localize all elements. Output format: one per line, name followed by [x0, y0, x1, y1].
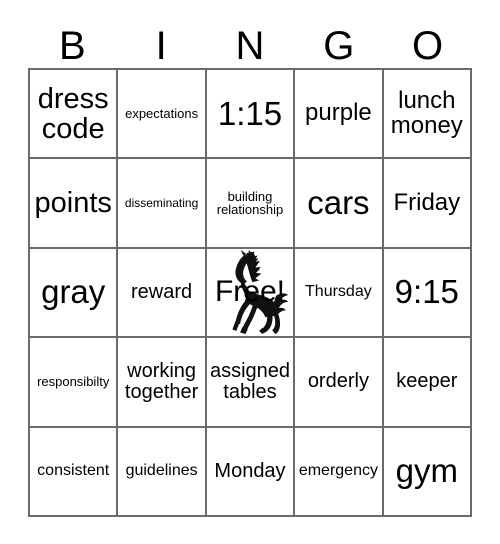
bingo-cell-label: reward: [131, 281, 193, 304]
bingo-cell-b3[interactable]: gray: [30, 248, 119, 339]
bingo-card: B I N G O dress code expectations 1:15 p…: [0, 0, 500, 544]
bingo-cell-label: building relationship: [216, 188, 284, 218]
bingo-cell-g2[interactable]: cars: [295, 159, 384, 249]
bingo-cell-label: Thursday: [305, 283, 372, 301]
bingo-cell-n1[interactable]: 1:15: [206, 70, 296, 160]
bingo-cell-label: emergency: [298, 461, 378, 479]
bingo-cell-label: lunch money: [390, 86, 463, 139]
bingo-cell-label: Monday: [214, 459, 286, 482]
bingo-cell-b4[interactable]: responsibilty: [30, 338, 119, 428]
bingo-cell-label: gym: [395, 452, 458, 490]
bingo-cell-label: 1:15: [217, 94, 283, 132]
bingo-cell-o3[interactable]: 9:15: [383, 248, 472, 339]
bingo-cell-label: orderly: [307, 370, 369, 393]
bingo-cell-i1[interactable]: expectations: [118, 70, 207, 160]
bingo-cell-o2[interactable]: Friday: [383, 159, 472, 249]
bingo-cell-label: responsibilty: [37, 374, 110, 390]
bingo-cell-n2[interactable]: building relationship: [206, 159, 296, 249]
bingo-cell-label: cars: [307, 183, 370, 221]
header-letter-o: O: [412, 24, 444, 68]
bingo-header-row: B I N G O: [28, 16, 472, 68]
bingo-cell-label: working together: [124, 360, 199, 403]
bingo-cell-o1[interactable]: lunch money: [383, 70, 472, 160]
bingo-cell-i5[interactable]: guidelines: [118, 427, 207, 517]
bingo-cell-label: keeper: [396, 370, 458, 393]
bingo-cell-i4[interactable]: working together: [118, 338, 207, 428]
bingo-cell-b2[interactable]: points: [30, 159, 119, 249]
bingo-free-label: Free!: [214, 275, 285, 309]
bingo-cell-label: Friday: [393, 188, 461, 216]
bingo-cell-g4[interactable]: orderly: [295, 338, 384, 428]
bingo-cell-n4[interactable]: assigned tables: [206, 338, 296, 428]
bingo-grid: dress code expectations 1:15 purple lunc…: [28, 68, 472, 517]
header-letter-g: G: [323, 24, 355, 68]
bingo-cell-g3[interactable]: Thursday: [295, 248, 384, 339]
header-letter-b: B: [59, 24, 86, 68]
bingo-cell-i2[interactable]: disseminating: [118, 159, 207, 249]
bingo-cell-g1[interactable]: purple: [295, 70, 384, 160]
bingo-cell-label: purple: [305, 99, 372, 127]
bingo-cell-label: assigned tables: [209, 360, 291, 403]
bingo-cell-label: disseminating: [124, 195, 199, 210]
bingo-cell-label: dress code: [37, 82, 109, 145]
bingo-cell-b5[interactable]: consistent: [30, 427, 119, 517]
bingo-cell-g5[interactable]: emergency: [295, 427, 384, 517]
bingo-cell-label: gray: [41, 273, 106, 311]
bingo-cell-free-space[interactable]: Free!: [206, 248, 296, 339]
bingo-cell-label: expectations: [125, 105, 199, 121]
bingo-cell-n5[interactable]: Monday: [206, 427, 296, 517]
bingo-cell-o5[interactable]: gym: [383, 427, 472, 517]
header-letter-n: N: [235, 24, 265, 68]
bingo-cell-label: points: [34, 187, 112, 220]
header-letter-i: I: [155, 24, 167, 68]
bingo-cell-i3[interactable]: reward: [118, 248, 207, 339]
bingo-cell-o4[interactable]: keeper: [383, 338, 472, 428]
bingo-cell-label: 9:15: [394, 273, 459, 311]
bingo-cell-label: guidelines: [125, 461, 198, 479]
bingo-cell-label: consistent: [37, 461, 110, 479]
bingo-cell-b1[interactable]: dress code: [30, 70, 119, 160]
